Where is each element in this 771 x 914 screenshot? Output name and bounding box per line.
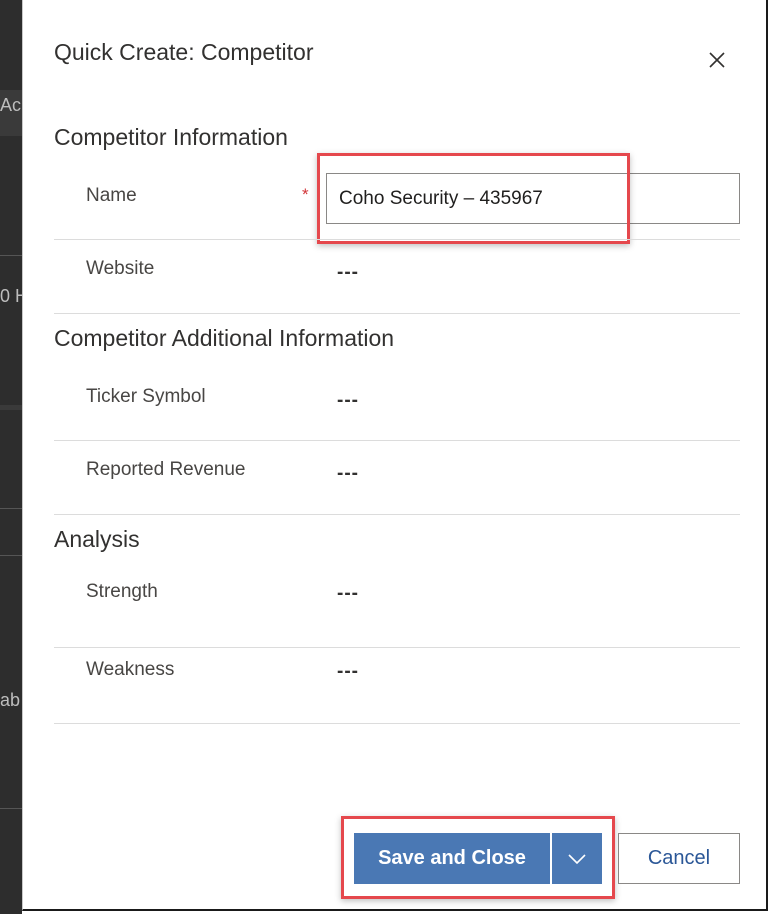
strength-value[interactable]: --- — [337, 583, 359, 605]
weakness-label: Weakness — [86, 659, 175, 680]
section-title-competitor-information: Competitor Information — [54, 124, 288, 150]
background-text: ab — [0, 690, 21, 710]
chevron-down-icon — [568, 853, 586, 864]
background-app: Ac 0 H ab — [0, 0, 22, 914]
section-title-analysis: Analysis — [54, 526, 140, 552]
weakness-value[interactable]: --- — [337, 661, 359, 683]
quick-create-dialog: Quick Create: Competitor Competitor Info… — [22, 0, 768, 911]
section-divider — [54, 514, 740, 515]
dialog-title: Quick Create: Competitor — [54, 39, 314, 65]
save-and-close-button[interactable]: Save and Close — [354, 833, 550, 884]
ticker-symbol-value[interactable]: --- — [337, 390, 359, 412]
close-button[interactable] — [703, 46, 731, 74]
save-options-dropdown-button[interactable] — [552, 833, 602, 884]
website-value[interactable]: --- — [337, 262, 359, 284]
reported-revenue-label: Reported Revenue — [86, 459, 246, 480]
name-label: Name — [86, 185, 137, 206]
field-divider — [54, 647, 740, 648]
section-title-additional-information: Competitor Additional Information — [54, 325, 395, 351]
section-divider — [54, 313, 740, 314]
background-text: Ac — [0, 95, 22, 115]
field-divider — [54, 440, 740, 441]
background-divider — [0, 255, 22, 256]
background-divider — [0, 555, 22, 556]
background-divider — [0, 808, 22, 809]
required-indicator: * — [302, 185, 309, 204]
name-input[interactable] — [326, 173, 740, 224]
close-icon — [709, 52, 725, 68]
cancel-button[interactable]: Cancel — [618, 833, 740, 884]
section-divider — [54, 723, 740, 724]
strength-label: Strength — [86, 581, 158, 602]
ticker-symbol-label: Ticker Symbol — [86, 386, 206, 407]
reported-revenue-value[interactable]: --- — [337, 463, 359, 485]
background-text: 0 H — [0, 286, 22, 306]
background-divider — [0, 508, 22, 509]
website-label: Website — [86, 258, 155, 279]
background-band — [0, 405, 22, 410]
field-divider — [54, 239, 740, 240]
